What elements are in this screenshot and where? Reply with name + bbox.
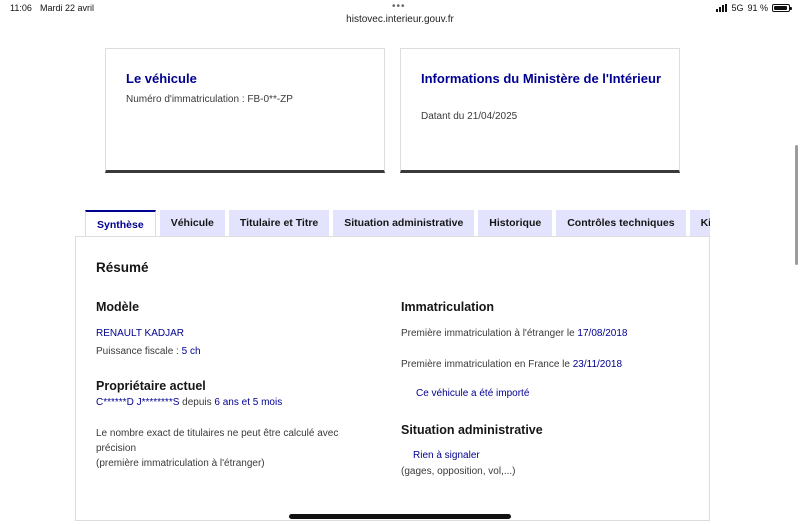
status-right: 5G 91 % bbox=[716, 3, 792, 13]
browser-menu-dots[interactable]: ••• bbox=[392, 1, 406, 12]
owner-note-line2: précision bbox=[96, 443, 137, 454]
admin-status-link[interactable]: Rien à signaler bbox=[413, 450, 480, 461]
network-label: 5G bbox=[731, 3, 744, 13]
owner-heading: Propriétaire actuel bbox=[96, 379, 206, 393]
tab-kilometrage[interactable]: Kilo bbox=[689, 210, 710, 236]
registration-foreign-date: 17/08/2018 bbox=[577, 328, 628, 339]
signal-icon bbox=[716, 4, 728, 12]
registration-foreign: Première immatriculation à l'étranger le… bbox=[401, 326, 627, 341]
owner-note-line1: Le nombre exact de titulaires ne peut êt… bbox=[96, 428, 339, 439]
model-power: Puissance fiscale : 5 ch bbox=[96, 344, 201, 359]
owner-note: Le nombre exact de titulaires ne peut êt… bbox=[96, 426, 386, 471]
admin-heading: Situation administrative bbox=[401, 423, 543, 437]
model-heading: Modèle bbox=[96, 300, 140, 314]
url-bar[interactable]: histovec.interieur.gouv.fr bbox=[0, 14, 800, 25]
model-name: RENAULT KADJAR bbox=[96, 328, 184, 339]
ministry-card-title: Informations du Ministère de l'Intérieur bbox=[421, 71, 662, 86]
owner-name: C******D J********S bbox=[96, 397, 180, 408]
tab-situation-administrative[interactable]: Situation administrative bbox=[333, 210, 475, 236]
vehicle-card-title: Le véhicule bbox=[126, 71, 197, 86]
tab-bar: Synthèse Véhicule Titulaire et Titre Sit… bbox=[85, 210, 710, 237]
status-date: Mardi 22 avril bbox=[40, 3, 95, 13]
imported-link[interactable]: Ce véhicule a été importé bbox=[416, 388, 529, 399]
summary-panel: Résumé Modèle RENAULT KADJAR Puissance f… bbox=[75, 236, 710, 521]
tab-controles-techniques[interactable]: Contrôles techniques bbox=[556, 210, 686, 236]
owner-note-line3: (première immatriculation à l'étranger) bbox=[96, 458, 265, 469]
registration-france: Première immatriculation en France le 23… bbox=[401, 357, 622, 372]
vehicle-plate: Numéro d'immatriculation : FB-0**-ZP bbox=[126, 94, 293, 105]
owner-since-value: 6 ans et 5 mois bbox=[214, 397, 283, 408]
owner-line: C******D J********S depuis 6 ans et 5 mo… bbox=[96, 395, 282, 410]
power-value: 5 ch bbox=[181, 346, 201, 357]
tab-historique[interactable]: Historique bbox=[478, 210, 553, 236]
ministry-card: Informations du Ministère de l'Intérieur… bbox=[400, 48, 680, 173]
registration-heading: Immatriculation bbox=[401, 300, 495, 314]
home-indicator[interactable] bbox=[289, 514, 511, 519]
tab-synthese[interactable]: Synthèse bbox=[85, 210, 156, 237]
owner-since-label: depuis bbox=[179, 397, 215, 408]
registration-foreign-label: Première immatriculation à l'étranger le bbox=[401, 328, 578, 339]
admin-detail: (gages, opposition, vol,...) bbox=[401, 466, 516, 477]
battery-icon bbox=[772, 4, 792, 12]
power-label: Puissance fiscale : bbox=[96, 346, 182, 357]
status-time: 11:06 bbox=[10, 3, 32, 13]
registration-france-label: Première immatriculation en France le bbox=[401, 359, 573, 370]
ministry-date: Datant du 21/04/2025 bbox=[421, 111, 518, 122]
tab-titulaire-titre[interactable]: Titulaire et Titre bbox=[228, 210, 330, 236]
scrollbar[interactable] bbox=[795, 145, 798, 265]
registration-france-date: 23/11/2018 bbox=[572, 359, 623, 370]
battery-percent: 91 % bbox=[747, 3, 768, 13]
summary-heading: Résumé bbox=[96, 260, 149, 275]
tab-vehicule[interactable]: Véhicule bbox=[159, 210, 225, 236]
vehicle-card: Le véhicule Numéro d'immatriculation : F… bbox=[105, 48, 385, 173]
